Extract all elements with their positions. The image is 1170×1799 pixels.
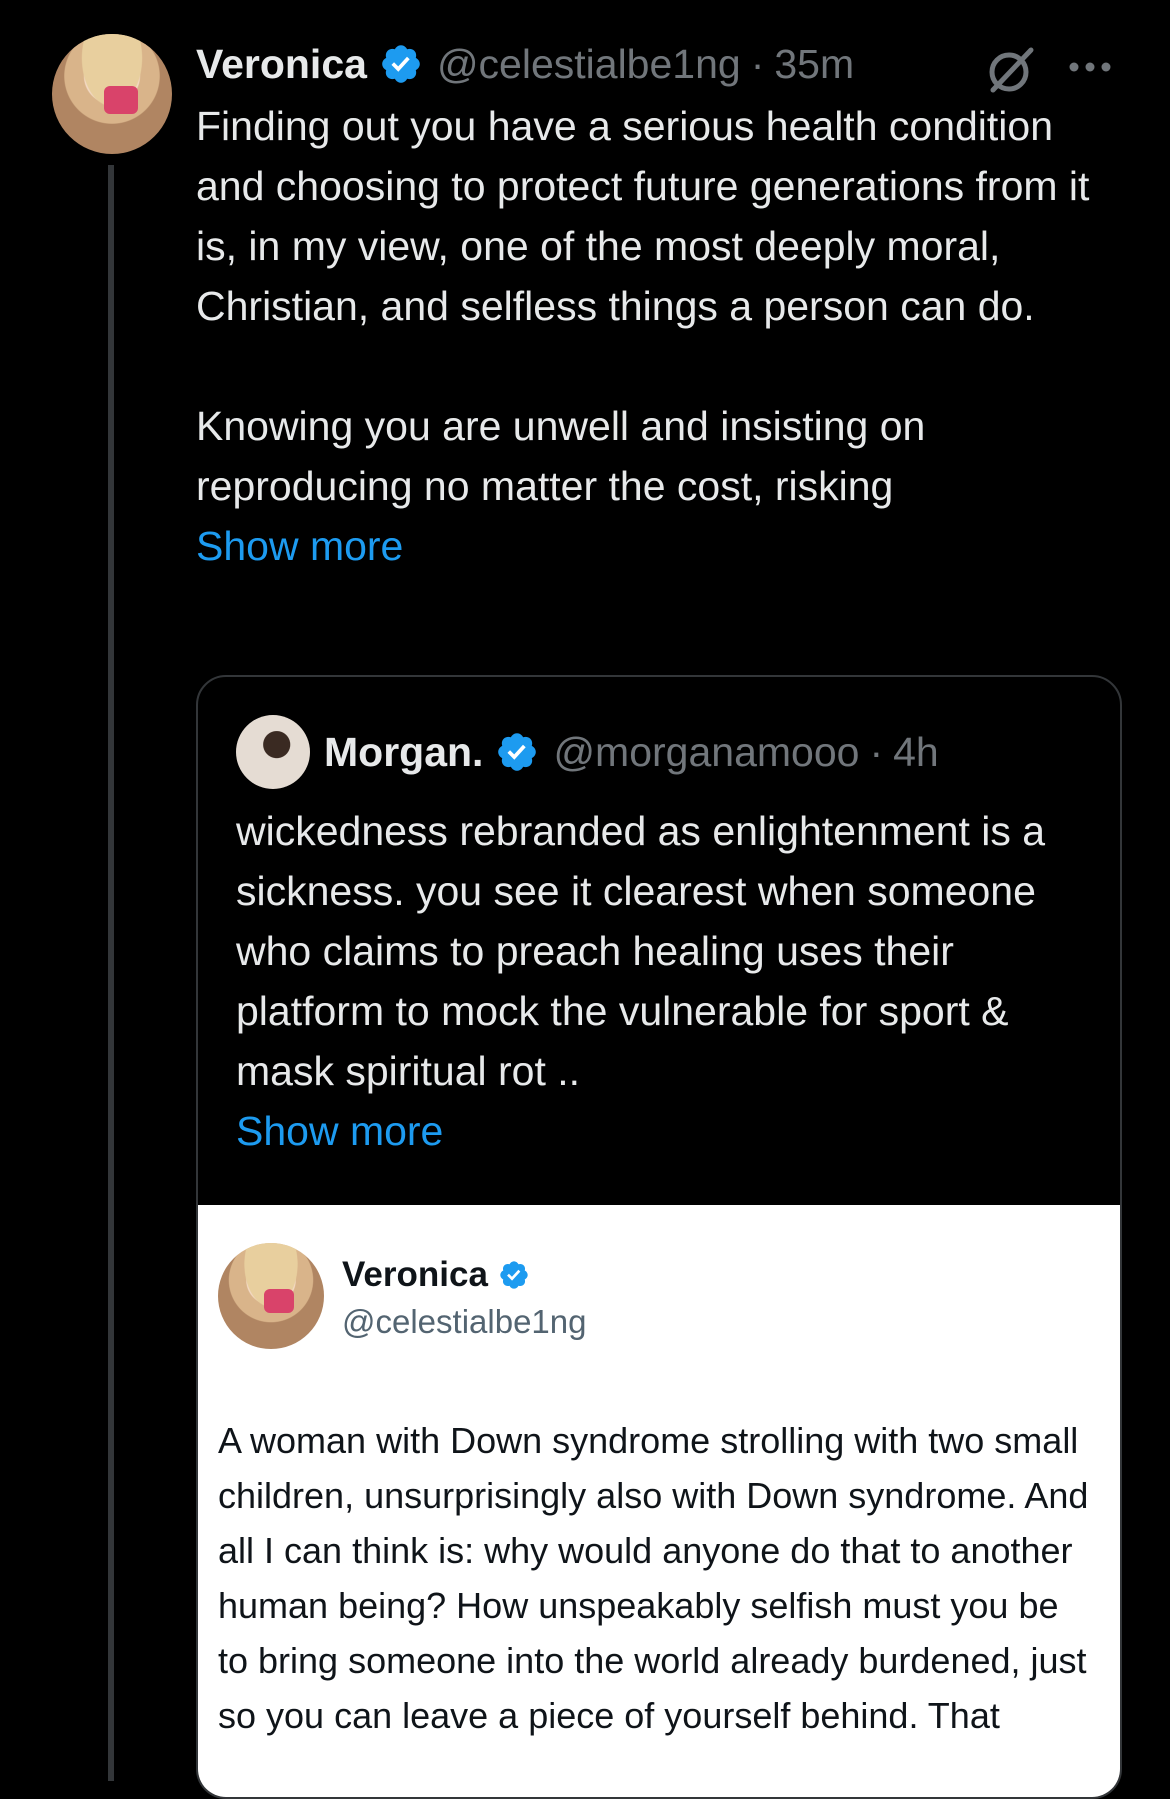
quote-time: 4h: [893, 728, 939, 775]
embedded-author-name: Veronica: [342, 1255, 488, 1294]
author-name[interactable]: Veronica: [196, 41, 367, 88]
time-separator: ·: [750, 40, 765, 87]
embedded-post-text: A woman with Down syndrome strolling wit…: [218, 1420, 1089, 1736]
author-handle[interactable]: @celestialbe1ng: [437, 41, 741, 88]
post-header: Veronica @celestialbe1ng · 35m: [196, 34, 854, 94]
quote-show-more-link[interactable]: Show more: [236, 1101, 1106, 1161]
embedded-author-name-row: Veronica: [342, 1255, 530, 1295]
post-paragraph-2: Knowing you are unwell and insisting on …: [196, 403, 926, 509]
quote-header: Morgan. @morganamooo · 4h: [236, 715, 939, 789]
show-more-link[interactable]: Show more: [196, 516, 1126, 576]
quote-text: wickedness rebranded as enlightenment is…: [236, 801, 1106, 1161]
quote-author-handle[interactable]: @morganamooo: [553, 729, 859, 776]
embedded-author-avatar: [218, 1243, 324, 1349]
quote-author-name[interactable]: Morgan.: [324, 729, 483, 776]
post-paragraph-1: Finding out you have a serious health co…: [196, 103, 1090, 329]
avatar-camera-shape: [264, 1289, 294, 1313]
embedded-screenshot[interactable]: Veronica @celestialbe1ng A woman with Do…: [198, 1205, 1120, 1797]
author-avatar[interactable]: [52, 34, 172, 154]
quoted-post-card[interactable]: Morgan. @morganamooo · 4h wickedness reb…: [196, 675, 1122, 1799]
more-options-icon[interactable]: [1068, 52, 1112, 82]
quote-author-avatar[interactable]: [236, 715, 310, 789]
post-time[interactable]: 35m: [774, 41, 854, 88]
time-separator: ·: [869, 728, 884, 775]
verified-badge-icon: [382, 45, 420, 83]
quote-paragraph: wickedness rebranded as enlightenment is…: [236, 808, 1046, 1094]
verified-badge-icon: [498, 733, 537, 771]
embedded-author-handle: @celestialbe1ng: [342, 1303, 587, 1340]
post-text: Finding out you have a serious health co…: [196, 96, 1126, 576]
thread-connector-line: [108, 165, 114, 1781]
grok-icon[interactable]: [985, 44, 1037, 96]
avatar-camera-shape: [104, 86, 138, 114]
verified-badge-icon: [500, 1261, 528, 1289]
